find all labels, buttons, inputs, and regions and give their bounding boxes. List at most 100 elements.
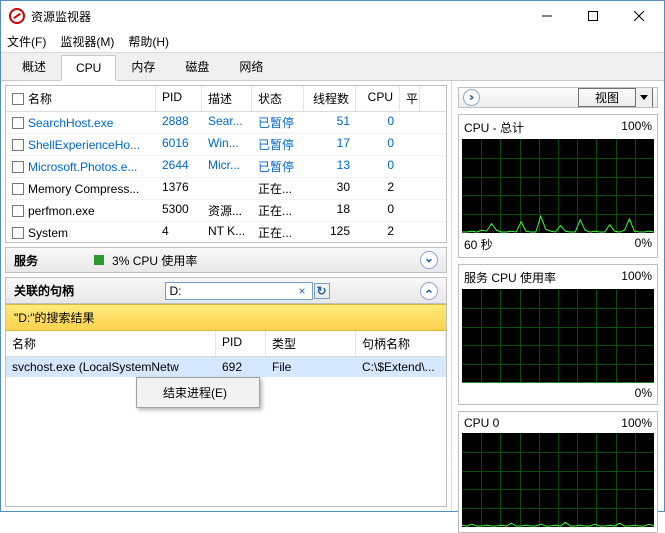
proc-pid: 2644 [156,156,202,177]
proc-pid: 6016 [156,134,202,155]
row-checkbox[interactable] [12,161,24,173]
proc-status: 已暂停 [252,134,304,155]
col-status[interactable]: 状态 [252,86,304,111]
proc-threads: 125 [304,222,356,243]
table-row[interactable]: perfmon.exe5300资源...正在...180 [6,200,446,222]
checkbox-all[interactable] [12,93,24,105]
usage-indicator-icon [94,255,104,265]
proc-cpu: 0 [356,156,400,177]
services-section[interactable]: 服务 3% CPU 使用率 [5,247,447,273]
services-title: 服务 [14,252,38,269]
row-checkbox[interactable] [12,139,24,151]
tabbar: 概述 CPU 内存 磁盘 网络 [1,53,664,81]
handle-name: svchost.exe (LocalSystemNetw [6,357,216,377]
search-input[interactable] [165,282,313,300]
g3-title: CPU 0 [464,416,499,430]
proc-status: 已暂停 [252,156,304,177]
proc-cpu: 0 [356,112,400,133]
refresh-button[interactable]: ↻ [314,283,330,299]
proc-desc: Win... [202,134,252,155]
hcol-hname[interactable]: 句柄名称 [356,331,446,356]
proc-threads: 30 [304,178,356,199]
context-menu: 结束进程(E) [136,377,260,408]
proc-desc [202,178,252,199]
g2-title: 服务 CPU 使用率 [464,269,556,286]
menu-help[interactable]: 帮助(H) [128,33,169,50]
proc-name: perfmon.exe [28,204,95,218]
g2-footer-right: 0% [635,386,652,400]
g1-footer-right: 0% [635,236,652,253]
col-threads[interactable]: 线程数 [304,86,356,111]
proc-desc: Sear... [202,112,252,133]
hcol-pid[interactable]: PID [216,331,266,356]
table-row[interactable]: Microsoft.Photos.e...2644Micr...已暂停130 [6,156,446,178]
menu-monitor[interactable]: 监视器(M) [60,33,114,50]
nav-right-button[interactable] [463,89,480,106]
window-title: 资源监视器 [31,8,524,25]
close-button[interactable] [616,1,662,31]
services-usage: 3% CPU 使用率 [112,252,197,269]
app-icon [9,8,25,24]
maximize-button[interactable] [570,1,616,31]
proc-cpu: 2 [356,222,400,243]
proc-name: Microsoft.Photos.e... [28,160,137,174]
proc-name: System [28,226,68,240]
col-desc[interactable]: 描述 [202,86,252,111]
menubar: 文件(F) 监视器(M) 帮助(H) [1,31,664,53]
col-avg[interactable]: 平... [400,86,420,111]
g3-max: 100% [621,416,652,430]
proc-threads: 51 [304,112,356,133]
hcol-type[interactable]: 类型 [266,331,356,356]
proc-cpu: 2 [356,178,400,199]
right-toolbar: 视图 [458,87,658,108]
menu-file[interactable]: 文件(F) [7,33,46,50]
tab-network[interactable]: 网络 [224,52,278,80]
clear-search-button[interactable]: × [299,284,306,298]
minimize-button[interactable] [524,1,570,31]
proc-threads: 18 [304,200,356,221]
graph-cpu-total: CPU - 总计100% 60 秒0% [458,114,658,258]
col-name[interactable]: 名称 [28,90,52,107]
graph-service-cpu: 服务 CPU 使用率 100% 0% [458,264,658,405]
process-table: 名称 PID 描述 状态 线程数 CPU 平... SearchHost.exe… [5,85,447,243]
table-row[interactable]: System 4NT K...正在...1252 [6,222,446,243]
tab-memory[interactable]: 内存 [116,52,170,80]
table-row[interactable]: Memory Compress...1376正在...302 [6,178,446,200]
proc-status: 已暂停 [252,112,304,133]
row-checkbox[interactable] [12,183,24,195]
proc-desc: NT K... [202,222,252,243]
handles-title: 关联的句柄 [14,282,74,299]
proc-name: SearchHost.exe [28,116,113,130]
view-select[interactable]: 视图 [578,88,653,107]
expand-services-button[interactable] [420,251,438,269]
dropdown-icon [635,88,652,107]
row-checkbox[interactable] [12,227,24,239]
g2-max: 100% [621,269,652,286]
proc-status: 正在... [252,222,304,243]
handle-row[interactable]: svchost.exe (LocalSystemNetw 692 File C:… [6,357,446,377]
graph-cpu0: CPU 0 100% [458,411,658,533]
col-cpu[interactable]: CPU [356,86,400,111]
proc-desc: Micr... [202,156,252,177]
g1-max: 100% [621,119,652,136]
tab-disk[interactable]: 磁盘 [170,52,224,80]
row-checkbox[interactable] [12,205,24,217]
search-result-bar: "D:"的搜索结果 [6,304,446,331]
hcol-name[interactable]: 名称 [6,331,216,356]
collapse-handles-button[interactable] [420,282,438,300]
proc-threads: 17 [304,134,356,155]
proc-name: ShellExperienceHo... [28,138,140,152]
proc-pid: 4 [156,222,202,243]
proc-desc: 资源... [202,200,252,221]
tab-cpu[interactable]: CPU [61,55,116,81]
table-row[interactable]: SearchHost.exe 2888Sear...已暂停510 [6,112,446,134]
menu-end-process[interactable]: 结束进程(E) [139,380,257,405]
col-pid[interactable]: PID [156,86,202,111]
row-checkbox[interactable] [12,117,24,129]
proc-pid: 2888 [156,112,202,133]
tab-overview[interactable]: 概述 [7,52,61,80]
titlebar: 资源监视器 [1,1,664,31]
proc-status: 正在... [252,200,304,221]
proc-pid: 5300 [156,200,202,221]
table-row[interactable]: ShellExperienceHo...6016Win...已暂停170 [6,134,446,156]
